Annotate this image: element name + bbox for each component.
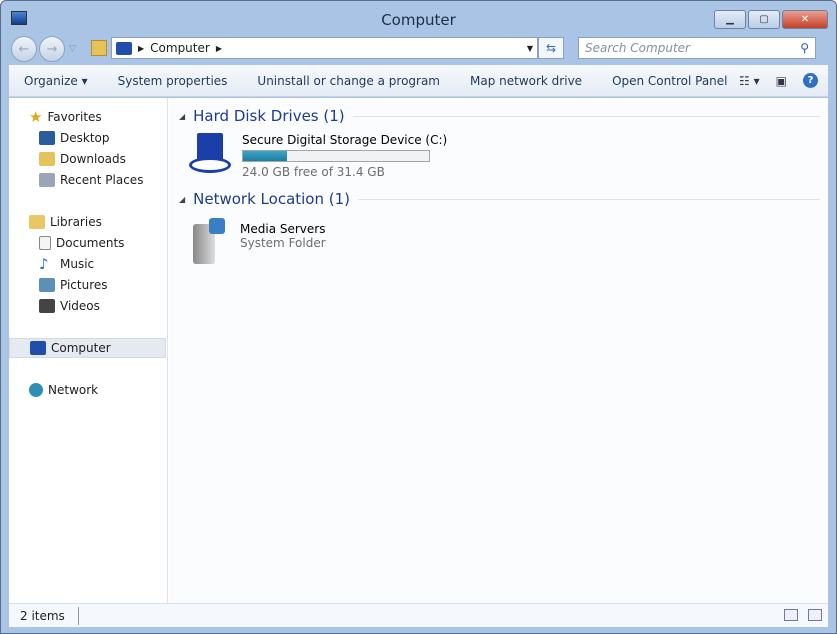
status-bar: 2 items xyxy=(9,603,828,627)
refresh-button[interactable]: ⇆ xyxy=(538,37,564,59)
media-server-icon xyxy=(189,218,229,266)
computer-icon xyxy=(116,41,132,55)
drive-item-c[interactable]: Secure Digital Storage Device (C:) 24.0 … xyxy=(189,133,447,181)
content-pane: ◢ Hard Disk Drives (1) Secure Digital Sto… xyxy=(169,98,828,603)
sidebar-item-documents[interactable]: Documents xyxy=(39,233,124,253)
desktop-icon xyxy=(39,131,55,145)
search-icon: ⚲ xyxy=(800,41,809,55)
help-icon[interactable]: ? xyxy=(803,73,818,88)
system-properties-button[interactable]: System properties xyxy=(103,74,243,88)
recent-places-icon xyxy=(39,173,55,187)
documents-icon xyxy=(39,236,51,250)
item-name: Media Servers xyxy=(240,222,326,236)
drive-free-space: 24.0 GB free of 31.4 GB xyxy=(242,165,385,179)
item-count: 2 items xyxy=(20,608,65,623)
music-icon: ♪ xyxy=(39,255,49,273)
address-dropdown[interactable]: ▼ xyxy=(527,44,533,53)
minimize-button[interactable]: ▁ xyxy=(714,10,746,29)
star-icon: ★ xyxy=(29,108,43,126)
sidebar-item-computer[interactable]: Computer xyxy=(9,338,166,358)
computer-icon xyxy=(30,341,46,355)
open-control-panel-button[interactable]: Open Control Panel xyxy=(597,74,742,88)
up-folder-icon[interactable] xyxy=(91,40,107,56)
downloads-icon xyxy=(39,152,55,166)
sidebar-item-desktop[interactable]: Desktop xyxy=(39,128,110,148)
forward-button[interactable]: → xyxy=(39,36,65,62)
sidebar-item-downloads[interactable]: Downloads xyxy=(39,149,126,169)
sidebar-item-music[interactable]: ♪ Music xyxy=(39,254,94,274)
maximize-button[interactable]: ▢ xyxy=(748,10,780,29)
organize-button[interactable]: Organize ▾ xyxy=(9,74,103,88)
map-network-drive-button[interactable]: Map network drive xyxy=(455,74,597,88)
navigation-pane: ★ Favorites Desktop Downloads Recent Plac… xyxy=(9,98,168,603)
drive-usage-fill xyxy=(243,151,287,161)
item-type: System Folder xyxy=(240,236,326,250)
explorer-window: Computer ▁ ▢ ✕ ← → ▽ ▶ Computer ▶ ▼ ⇆ Se… xyxy=(0,0,837,634)
breadcrumb-computer[interactable]: Computer xyxy=(150,41,210,55)
drive-name: Secure Digital Storage Device (C:) xyxy=(242,133,448,147)
details-view-icon[interactable] xyxy=(784,609,798,621)
sidebar-item-network[interactable]: Network xyxy=(29,380,98,400)
recent-pages-dropdown[interactable]: ▽ xyxy=(69,44,76,54)
large-icons-view-icon[interactable] xyxy=(808,609,822,621)
drive-usage-bar xyxy=(242,150,430,162)
sidebar-item-libraries[interactable]: Libraries xyxy=(29,212,102,232)
change-view-button[interactable]: ☷ ▾ xyxy=(739,74,760,88)
libraries-icon xyxy=(29,215,45,229)
back-button[interactable]: ← xyxy=(11,36,37,62)
videos-icon xyxy=(39,299,55,313)
group-header-hard-disk-drives[interactable]: ◢ Hard Disk Drives (1) xyxy=(179,107,820,125)
address-bar[interactable]: ▶ Computer ▶ ▼ xyxy=(111,37,538,59)
close-button[interactable]: ✕ xyxy=(782,10,828,29)
sidebar-item-videos[interactable]: Videos xyxy=(39,296,100,316)
pictures-icon xyxy=(39,278,55,292)
sidebar-item-pictures[interactable]: Pictures xyxy=(39,275,108,295)
sd-card-icon xyxy=(189,133,231,181)
search-input[interactable]: Search Computer ⚲ xyxy=(578,37,816,59)
group-header-network-location[interactable]: ◢ Network Location (1) xyxy=(179,190,820,208)
window-title: Computer xyxy=(381,11,456,29)
preview-pane-icon[interactable]: ▣ xyxy=(776,74,787,88)
sidebar-item-recent-places[interactable]: Recent Places xyxy=(39,170,143,190)
network-icon xyxy=(29,383,43,397)
sidebar-item-favorites[interactable]: ★ Favorites xyxy=(29,107,102,127)
network-item-media-servers[interactable]: Media Servers System Folder xyxy=(189,218,326,266)
command-bar: Organize ▾ System properties Uninstall o… xyxy=(9,65,828,97)
uninstall-button[interactable]: Uninstall or change a program xyxy=(242,74,455,88)
